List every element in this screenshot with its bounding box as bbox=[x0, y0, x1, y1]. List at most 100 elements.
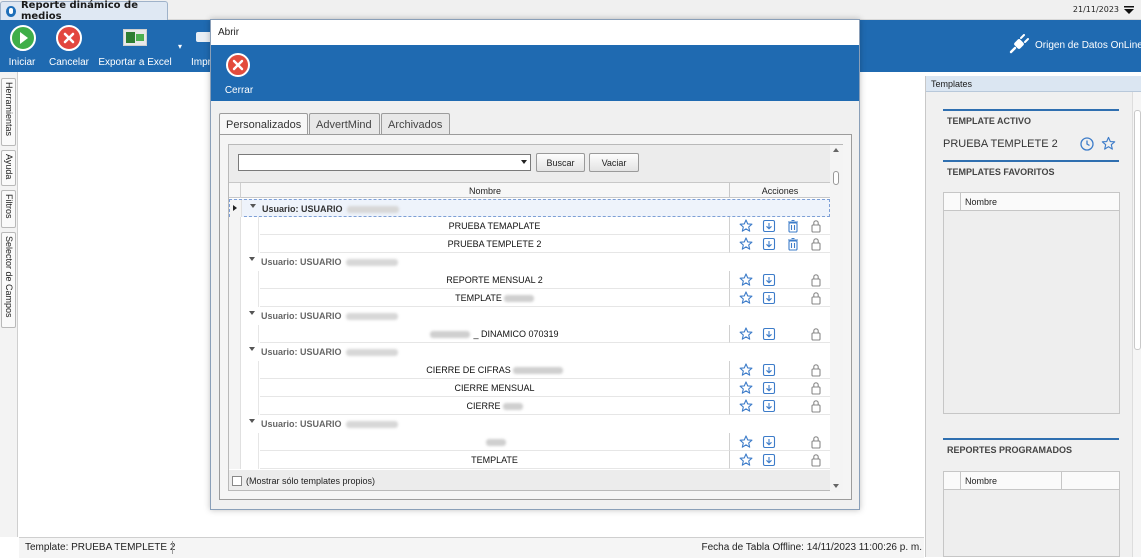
group-row[interactable]: Usuario: USUARIO bbox=[229, 199, 830, 218]
group-row[interactable]: Usuario: USUARIO bbox=[229, 253, 830, 271]
collapse-icon[interactable] bbox=[249, 419, 255, 423]
cerrar-button[interactable]: Cerrar bbox=[221, 50, 257, 98]
tab-personalizados[interactable]: Personalizados bbox=[219, 113, 308, 136]
clock-icon[interactable] bbox=[1080, 137, 1094, 151]
tab-filtros[interactable]: Filtros bbox=[1, 190, 16, 228]
group-row[interactable]: Usuario: USUARIO bbox=[229, 415, 830, 433]
lock-icon[interactable] bbox=[809, 435, 823, 449]
lock-icon[interactable] bbox=[809, 273, 823, 287]
lock-icon[interactable] bbox=[809, 399, 823, 413]
collapse-icon[interactable] bbox=[249, 347, 255, 351]
table-row[interactable]: PRUEBA TEMAPLATE bbox=[229, 217, 830, 235]
download-icon[interactable] bbox=[762, 363, 776, 377]
star-icon[interactable] bbox=[739, 327, 753, 341]
row-indent bbox=[241, 451, 259, 469]
row-indicator bbox=[229, 433, 241, 451]
tab-ayuda[interactable]: Ayuda bbox=[1, 150, 16, 186]
download-icon[interactable] bbox=[762, 435, 776, 449]
scheduled-grid[interactable]: Nombre bbox=[943, 471, 1120, 557]
star-icon[interactable] bbox=[739, 219, 753, 233]
vaciar-button[interactable]: Vaciar bbox=[589, 153, 639, 172]
table-row[interactable]: CIERRE bbox=[229, 397, 830, 415]
col-acciones[interactable]: Acciones bbox=[730, 186, 830, 196]
dialog-title: Abrir bbox=[211, 20, 859, 45]
trash-icon[interactable] bbox=[786, 237, 800, 251]
collapse-icon[interactable] bbox=[249, 257, 255, 261]
tab-selector-campos[interactable]: Selector de Campos bbox=[1, 232, 16, 328]
dropdown-arrow-icon[interactable] bbox=[1123, 4, 1135, 16]
table-row[interactable]: REPORTE MENSUAL 2 bbox=[229, 271, 830, 289]
lock-icon[interactable] bbox=[809, 291, 823, 305]
download-icon[interactable] bbox=[762, 399, 776, 413]
download-icon[interactable] bbox=[762, 453, 776, 467]
trash-icon[interactable] bbox=[786, 219, 800, 233]
table-row[interactable] bbox=[229, 433, 830, 451]
table-row[interactable]: _ DINAMICO 070319 bbox=[229, 325, 830, 343]
lock-icon[interactable] bbox=[809, 219, 823, 233]
row-indicator bbox=[229, 325, 241, 343]
scroll-up-icon[interactable] bbox=[833, 148, 839, 152]
cancelar-button[interactable]: Cancelar bbox=[46, 20, 92, 72]
scroll-down-icon[interactable] bbox=[833, 484, 839, 488]
iniciar-label: Iniciar bbox=[8, 57, 36, 68]
template-name: _ DINAMICO 070319 bbox=[473, 329, 559, 339]
iniciar-button[interactable]: Iniciar bbox=[2, 20, 42, 72]
redacted-text bbox=[345, 421, 398, 429]
template-name: TEMPLATE bbox=[260, 451, 729, 469]
grid-scrollbar[interactable] bbox=[830, 145, 843, 492]
star-icon[interactable] bbox=[739, 399, 753, 413]
group-row[interactable]: Usuario: USUARIO bbox=[229, 343, 830, 361]
imprimir-button[interactable]: Impr bbox=[176, 20, 211, 72]
star-icon[interactable] bbox=[739, 273, 753, 287]
star-icon[interactable] bbox=[739, 453, 753, 467]
col-nombre[interactable]: Nombre bbox=[241, 186, 729, 196]
redacted-text bbox=[485, 439, 506, 447]
group-row[interactable]: Usuario: USUARIO bbox=[229, 307, 830, 325]
collapse-icon[interactable] bbox=[249, 311, 255, 315]
lock-icon[interactable] bbox=[809, 381, 823, 395]
star-icon[interactable] bbox=[739, 381, 753, 395]
star-icon[interactable] bbox=[739, 237, 753, 251]
scrollbar-thumb[interactable] bbox=[833, 171, 839, 185]
plug-icon bbox=[1009, 34, 1029, 54]
buscar-button[interactable]: Buscar bbox=[536, 153, 585, 172]
download-icon[interactable] bbox=[762, 381, 776, 395]
templates-panel-scrollbar[interactable] bbox=[1132, 92, 1141, 557]
chevron-down-icon[interactable] bbox=[521, 160, 527, 164]
favorites-grid[interactable]: Nombre bbox=[943, 192, 1120, 414]
download-icon[interactable] bbox=[762, 327, 776, 341]
search-combobox[interactable] bbox=[238, 154, 531, 171]
table-row[interactable]: CIERRE MENSUAL bbox=[229, 379, 830, 397]
star-icon[interactable] bbox=[739, 291, 753, 305]
row-indicator bbox=[229, 379, 241, 397]
tab-herramientas[interactable]: Herramientas bbox=[1, 78, 16, 146]
star-icon[interactable] bbox=[739, 435, 753, 449]
redacted-text bbox=[430, 331, 471, 339]
lock-icon[interactable] bbox=[809, 363, 823, 377]
tab-advertmind[interactable]: AdvertMind bbox=[309, 113, 380, 135]
scrollbar-thumb[interactable] bbox=[1134, 110, 1141, 350]
exportar-excel-button[interactable]: Exportar a Excel bbox=[96, 20, 174, 72]
download-icon[interactable] bbox=[762, 273, 776, 287]
tab-archivados[interactable]: Archivados bbox=[381, 113, 450, 135]
table-row[interactable]: TEMPLATE bbox=[229, 289, 830, 307]
row-indent bbox=[241, 271, 259, 289]
download-icon[interactable] bbox=[762, 219, 776, 233]
origen-datos-online-button[interactable]: Origen de Datos OnLine bbox=[1001, 32, 1141, 60]
row-actions bbox=[729, 271, 830, 289]
download-icon[interactable] bbox=[762, 291, 776, 305]
table-row[interactable]: TEMPLATE bbox=[229, 451, 830, 469]
lock-icon[interactable] bbox=[809, 327, 823, 341]
templates-panel: Templates TEMPLATE ACTIVO PRUEBA TEMPLET… bbox=[925, 76, 1141, 557]
row-actions bbox=[729, 397, 830, 415]
download-icon[interactable] bbox=[762, 237, 776, 251]
checkbox-box[interactable] bbox=[232, 476, 242, 486]
star-icon[interactable] bbox=[1101, 136, 1116, 151]
collapse-icon[interactable] bbox=[250, 204, 256, 208]
lock-icon[interactable] bbox=[809, 453, 823, 467]
lock-icon[interactable] bbox=[809, 237, 823, 251]
star-icon[interactable] bbox=[739, 363, 753, 377]
table-row[interactable]: CIERRE DE CIFRAS bbox=[229, 361, 830, 379]
table-row[interactable]: PRUEBA TEMPLETE 2 bbox=[229, 235, 830, 253]
tab-reporte-dinamico[interactable]: Reporte dinámico de medios bbox=[0, 0, 168, 22]
